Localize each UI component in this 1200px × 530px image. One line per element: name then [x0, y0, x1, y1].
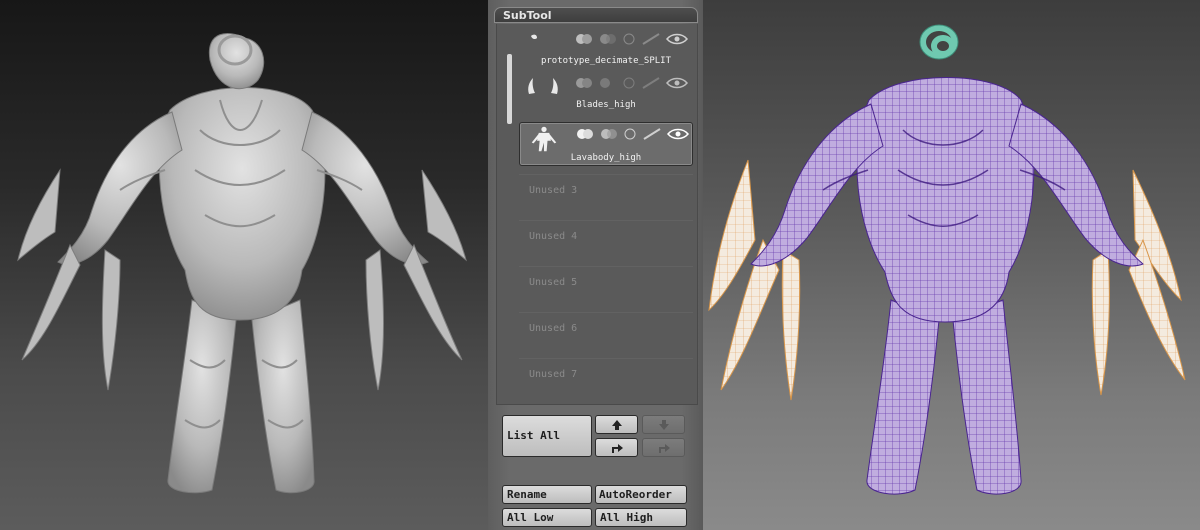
- all-low-button[interactable]: All Low: [502, 508, 592, 527]
- unused-slot[interactable]: Unused 6: [519, 312, 693, 353]
- move-to-button[interactable]: [595, 438, 638, 457]
- wireframe-model: [708, 24, 1186, 495]
- subtool-panel: SubTool prototype_decimate_SPLIT Blades_…: [488, 0, 703, 530]
- unused-slot[interactable]: Unused 4: [519, 220, 693, 261]
- all-high-button[interactable]: All High: [595, 508, 687, 527]
- unused-slot[interactable]: Unused 7: [519, 358, 693, 399]
- unused-slot-label: Unused 7: [529, 369, 578, 380]
- subtool-name: prototype_decimate_SPLIT: [540, 56, 672, 66]
- prototype-thumbnail-icon: [531, 34, 537, 40]
- move-up-button[interactable]: [595, 415, 638, 434]
- subtool-name: Lavabody_high: [570, 153, 642, 163]
- clay-sculpt-model: [17, 32, 467, 494]
- right-viewport[interactable]: [703, 0, 1200, 530]
- move-down-button[interactable]: [642, 415, 685, 434]
- subtool-visibility-icons: [576, 77, 688, 89]
- subtool-visibility-icons: [577, 128, 689, 140]
- subtool-item-lavabody[interactable]: Lavabody_high: [519, 122, 693, 166]
- arrow-turn-icon: [611, 443, 623, 453]
- subtool-panel-title[interactable]: SubTool: [494, 7, 698, 23]
- subtool-visibility-icons: [576, 33, 688, 45]
- auto-reorder-button[interactable]: AutoReorder: [595, 485, 687, 504]
- subtool-item-blades[interactable]: Blades_high: [519, 72, 693, 112]
- arrow-turn-icon: [658, 443, 670, 453]
- rename-button[interactable]: Rename: [502, 485, 592, 504]
- unused-slot[interactable]: Unused 3: [519, 174, 693, 215]
- unused-slot-label: Unused 3: [529, 185, 578, 196]
- blades-thumbnail-icon: [528, 78, 558, 94]
- unused-slot-label: Unused 6: [529, 323, 578, 334]
- subtool-scrollbar[interactable]: [507, 54, 512, 124]
- list-all-button[interactable]: List All: [502, 415, 592, 457]
- unused-slot-label: Unused 5: [529, 277, 578, 288]
- left-viewport[interactable]: [0, 0, 488, 530]
- subtool-list: prototype_decimate_SPLIT Blades_high Lav…: [496, 24, 698, 405]
- move-back-button[interactable]: [642, 438, 685, 457]
- unused-slot-label: Unused 4: [529, 231, 578, 242]
- lavabody-thumbnail-icon: [531, 126, 557, 152]
- subtool-item-prototype[interactable]: prototype_decimate_SPLIT: [519, 28, 693, 68]
- arrow-down-icon: [658, 419, 669, 430]
- subtool-name: Blades_high: [576, 100, 636, 110]
- unused-slot[interactable]: Unused 5: [519, 266, 693, 307]
- arrow-up-icon: [611, 419, 622, 430]
